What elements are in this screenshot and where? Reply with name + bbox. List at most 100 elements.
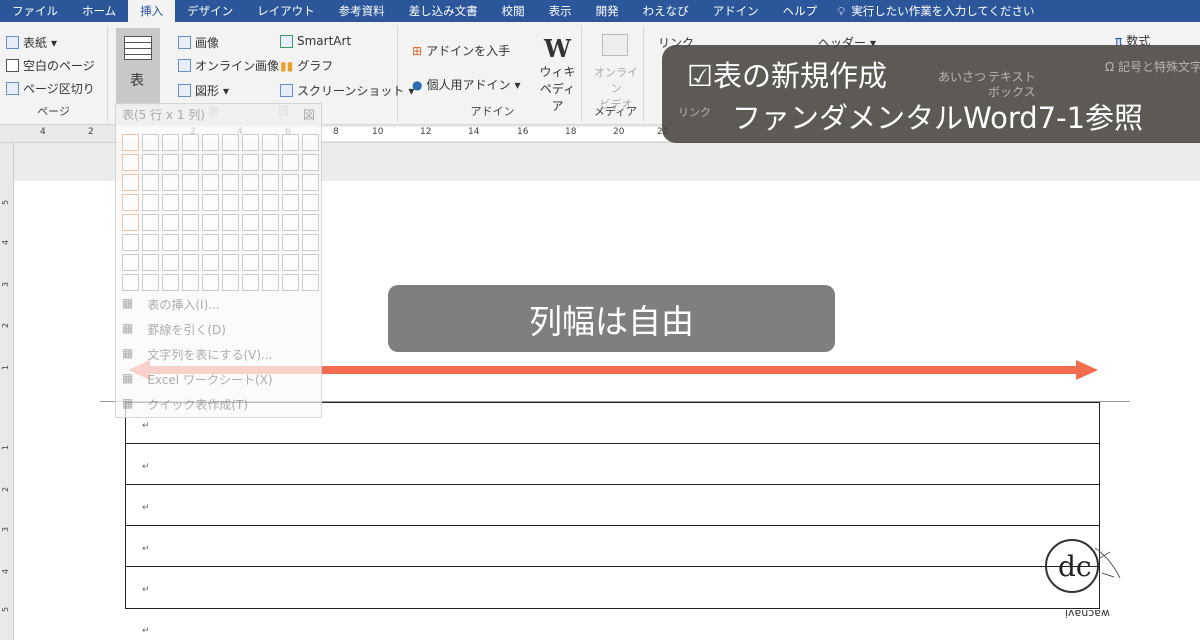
blank-page-button[interactable]: 空白のページ [6, 57, 95, 74]
document-table[interactable]: ↵ ↵ ↵ ↵ ↵ [125, 402, 1100, 609]
get-addins-button[interactable]: ⊞ アドインを入手 [412, 42, 510, 59]
table-row[interactable]: ↵ [126, 485, 1099, 526]
grid-cell[interactable] [282, 214, 299, 231]
grid-cell[interactable] [182, 234, 199, 251]
grid-cell[interactable] [162, 214, 179, 231]
grid-cell[interactable] [242, 214, 259, 231]
grid-cell[interactable] [202, 174, 219, 191]
textbox-button-line2[interactable]: ボックス [988, 83, 1036, 100]
grid-cell[interactable] [122, 254, 139, 271]
grid-cell[interactable] [282, 134, 299, 151]
chart-button[interactable]: ▮▮ グラフ [280, 57, 333, 74]
cover-page-button[interactable]: 表紙 ▾ [6, 34, 57, 51]
menu-item-2[interactable]: ▦ 文字列を表にする(V)... [122, 346, 272, 363]
tab-11[interactable]: アドイン [701, 0, 771, 22]
grid-cell[interactable] [302, 214, 319, 231]
grid-cell[interactable] [122, 174, 139, 191]
tell-me-search[interactable]: 💡︎ 実行したい作業を入力してください [837, 3, 1034, 19]
menu-item-1[interactable]: ▦ 罫線を引く(D) [122, 321, 226, 338]
grid-cell[interactable] [142, 254, 159, 271]
greeting-button[interactable]: あいさつ [938, 68, 986, 85]
grid-cell[interactable] [302, 254, 319, 271]
tab-5[interactable]: 参考資料 [327, 0, 397, 22]
grid-cell[interactable] [222, 254, 239, 271]
grid-cell[interactable] [262, 154, 279, 171]
grid-cell[interactable] [222, 194, 239, 211]
grid-cell[interactable] [202, 194, 219, 211]
grid-cell[interactable] [122, 234, 139, 251]
table-row[interactable]: ↵ [126, 444, 1099, 485]
grid-cell[interactable] [182, 194, 199, 211]
menu-item-4[interactable]: ▦ クイック表作成(T) [122, 396, 248, 413]
grid-cell[interactable] [282, 174, 299, 191]
grid-cell[interactable] [122, 134, 139, 151]
grid-cell[interactable] [262, 134, 279, 151]
grid-cell[interactable] [262, 174, 279, 191]
grid-cell[interactable] [202, 274, 219, 291]
grid-cell[interactable] [222, 134, 239, 151]
tab-0[interactable]: ファイル [0, 0, 70, 22]
grid-cell[interactable] [242, 154, 259, 171]
grid-cell[interactable] [142, 214, 159, 231]
tab-3[interactable]: デザイン [175, 0, 245, 22]
my-addins-button[interactable]: ● 個人用アドイン ▾ [412, 76, 521, 93]
grid-cell[interactable] [162, 154, 179, 171]
grid-cell[interactable] [122, 194, 139, 211]
grid-cell[interactable] [182, 174, 199, 191]
grid-cell[interactable] [122, 214, 139, 231]
tab-10[interactable]: わえなび [631, 0, 701, 22]
grid-cell[interactable] [142, 274, 159, 291]
grid-cell[interactable] [122, 154, 139, 171]
tab-8[interactable]: 表示 [537, 0, 584, 22]
grid-cell[interactable] [122, 274, 139, 291]
grid-cell[interactable] [142, 134, 159, 151]
grid-cell[interactable] [222, 214, 239, 231]
grid-cell[interactable] [142, 194, 159, 211]
grid-cell[interactable] [302, 134, 319, 151]
screenshot-button[interactable]: スクリーンショット ▾ [280, 82, 414, 99]
vertical-ruler[interactable]: 5 4 3 2 1 1 2 3 4 5 [0, 143, 14, 640]
tab-7[interactable]: 校閲 [490, 0, 537, 22]
menu-item-3[interactable]: ▦ Excel ワークシート(X) [122, 371, 273, 388]
grid-cell[interactable] [262, 194, 279, 211]
grid-cell[interactable] [162, 174, 179, 191]
page-break-button[interactable]: ページ区切り [6, 80, 95, 97]
online-video-button[interactable]: オンライン ビデオ メディア [588, 26, 644, 121]
grid-cell[interactable] [242, 174, 259, 191]
grid-cell[interactable] [242, 234, 259, 251]
grid-cell[interactable] [282, 194, 299, 211]
tab-12[interactable]: ヘルプ [771, 0, 830, 22]
grid-cell[interactable] [162, 274, 179, 291]
grid-cell[interactable] [162, 234, 179, 251]
table-size-grid[interactable] [122, 134, 319, 291]
grid-cell[interactable] [202, 134, 219, 151]
grid-cell[interactable] [182, 254, 199, 271]
grid-cell[interactable] [222, 274, 239, 291]
grid-cell[interactable] [282, 274, 299, 291]
picture-button[interactable]: 画像 [178, 34, 219, 51]
grid-cell[interactable] [182, 154, 199, 171]
tab-1[interactable]: ホーム [70, 0, 128, 22]
grid-cell[interactable] [222, 234, 239, 251]
smartart-button[interactable]: SmartArt [280, 34, 351, 48]
grid-cell[interactable] [282, 234, 299, 251]
grid-cell[interactable] [162, 194, 179, 211]
shapes-button[interactable]: 図形 ▾ [178, 82, 229, 99]
symbol-button[interactable]: Ω 記号と特殊文字 [1105, 58, 1200, 75]
grid-cell[interactable] [262, 274, 279, 291]
grid-cell[interactable] [282, 154, 299, 171]
grid-cell[interactable] [202, 234, 219, 251]
grid-cell[interactable] [182, 274, 199, 291]
grid-cell[interactable] [142, 234, 159, 251]
grid-cell[interactable] [182, 214, 199, 231]
grid-cell[interactable] [262, 214, 279, 231]
grid-cell[interactable] [282, 254, 299, 271]
grid-cell[interactable] [302, 274, 319, 291]
tab-2[interactable]: 挿入 [128, 0, 176, 22]
menu-item-0[interactable]: ▦ 表の挿入(I)... [122, 296, 220, 313]
grid-cell[interactable] [222, 174, 239, 191]
grid-cell[interactable] [202, 154, 219, 171]
grid-cell[interactable] [262, 254, 279, 271]
table-row[interactable]: ↵ [126, 526, 1099, 567]
tab-4[interactable]: レイアウト [245, 0, 327, 22]
